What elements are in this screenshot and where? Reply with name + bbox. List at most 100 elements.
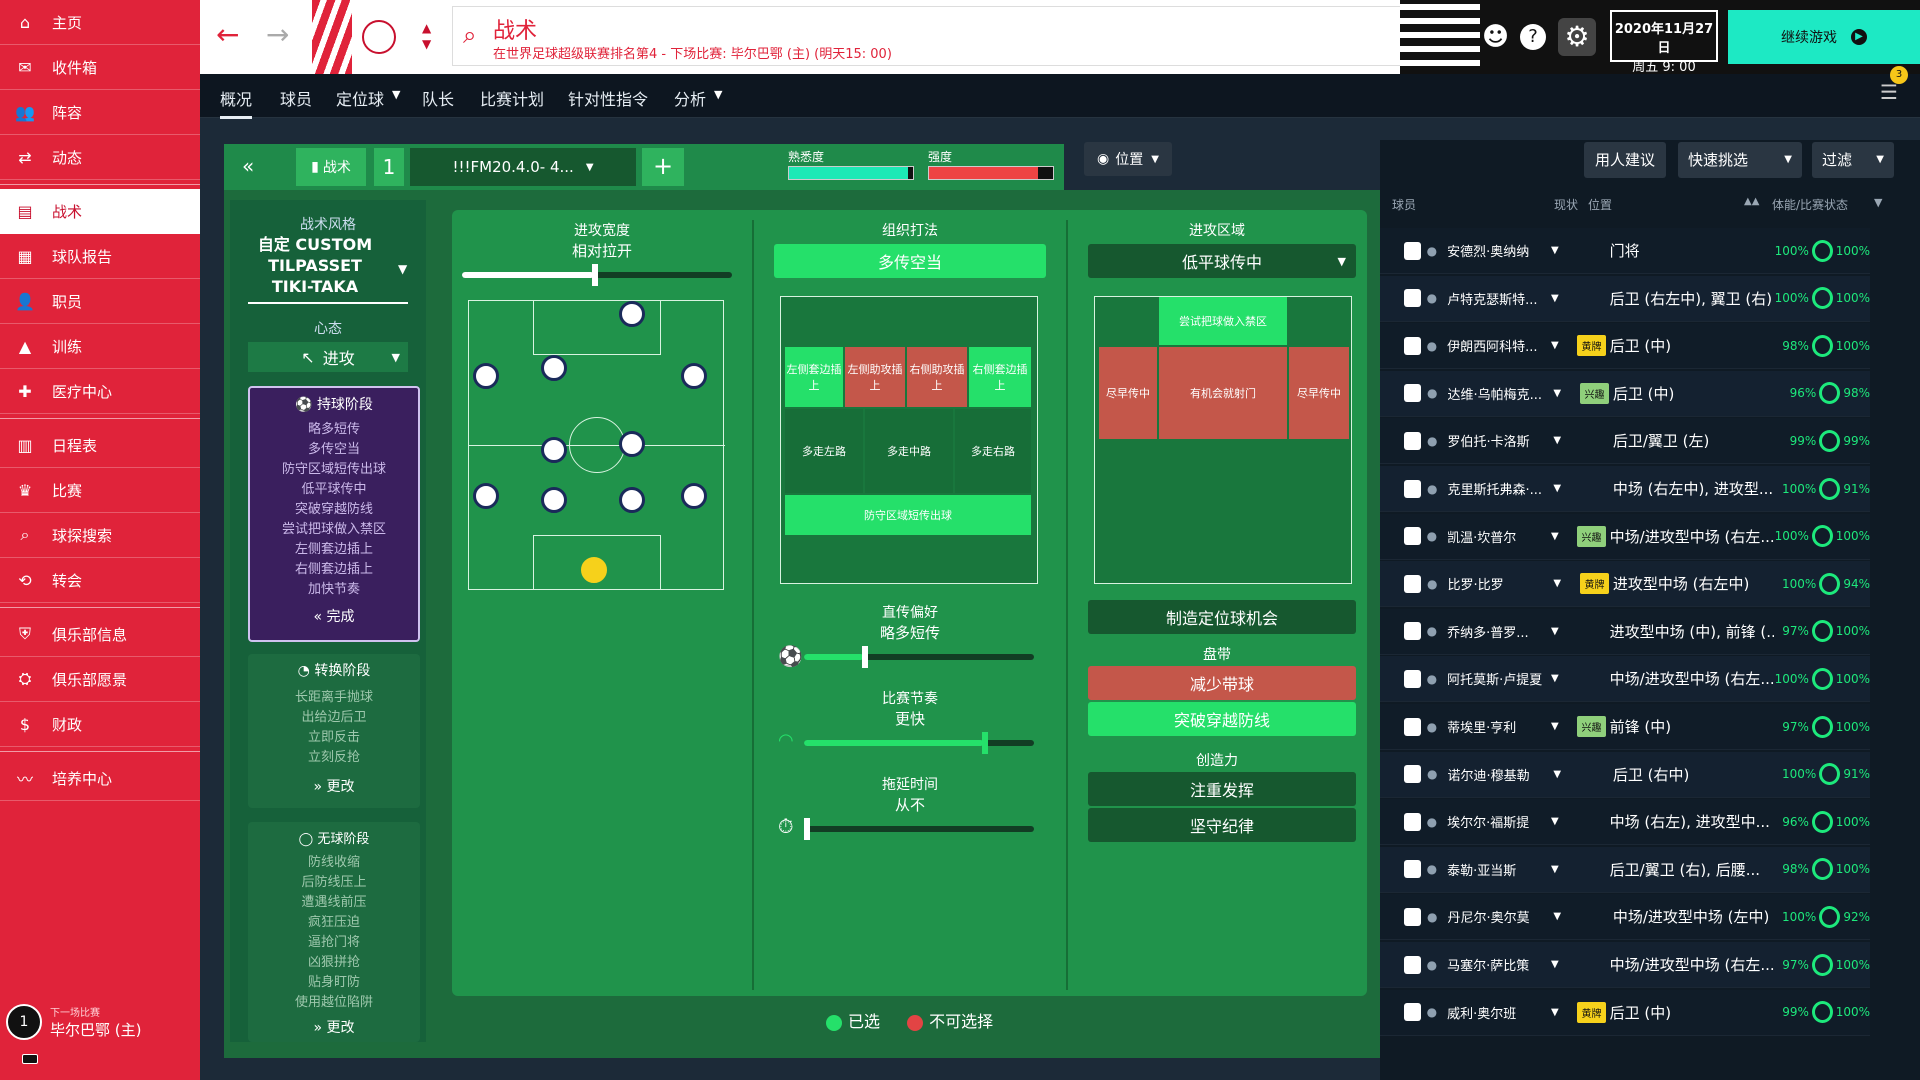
column-header-status[interactable]: 现状: [1554, 196, 1578, 213]
mentality-select[interactable]: ↖ 进攻 ▼: [248, 342, 408, 372]
chevron-down-icon[interactable]: ▼: [1551, 245, 1571, 256]
formation-pitch[interactable]: [468, 300, 725, 590]
zone-right-underlap[interactable]: 右侧助攻插上: [907, 347, 967, 407]
continue-button[interactable]: 继续游戏 ▶: [1728, 10, 1920, 64]
sidebar-item-squad[interactable]: 👥 阵容: [0, 90, 200, 135]
table-row[interactable]: ● 埃尔尔·福斯提 ▼ 中场 (右左), 进攻型中... 96% 100%: [1380, 799, 1870, 846]
transition-change-button[interactable]: » 更改: [248, 776, 420, 796]
sidebar-item-staff[interactable]: 👤 职员: [0, 279, 200, 324]
chevron-down-icon[interactable]: ▼: [1553, 388, 1574, 399]
sidebar-item-report[interactable]: ▦ 球队报告: [0, 234, 200, 279]
filter-button[interactable]: 过滤 ▼: [1812, 142, 1894, 178]
dribble-less-button[interactable]: 减少带球: [1088, 666, 1356, 700]
zone-focus-centre[interactable]: 多走中路: [865, 409, 953, 493]
player-marker-mc1[interactable]: [541, 437, 567, 463]
tactic-slot[interactable]: 1: [374, 148, 404, 186]
chevron-down-icon[interactable]: ▼: [1551, 673, 1571, 684]
tab-overview[interactable]: 概况: [220, 86, 253, 119]
chevron-down-icon[interactable]: ▼: [1553, 769, 1574, 780]
sidebar-item-training[interactable]: ▲ 训练: [0, 324, 200, 369]
be-disciplined-button[interactable]: 坚守纪律: [1088, 808, 1356, 842]
chevron-down-icon[interactable]: ▼: [1551, 721, 1571, 732]
suggest-button[interactable]: 用人建议: [1584, 142, 1666, 178]
settings-icon[interactable]: ⚙: [1558, 18, 1596, 56]
chevron-down-icon[interactable]: ▼: [1553, 911, 1574, 922]
tactic-select[interactable]: !!!FM20.4.0- 4... ▼: [410, 148, 636, 186]
tab-captains[interactable]: 队长: [422, 86, 454, 110]
tempo-slider-handle[interactable]: [982, 732, 988, 754]
sidebar-collapse-icon[interactable]: [22, 1054, 38, 1064]
tab-opposition[interactable]: 针对性指令: [568, 86, 648, 110]
final-third-select[interactable]: 低平球传中 ▼: [1088, 244, 1356, 278]
sidebar-item-shield[interactable]: ⛨ 俱乐部信息: [0, 612, 200, 657]
zone-shoot-on-sight[interactable]: 有机会就射门: [1159, 347, 1287, 439]
tactic-label-box[interactable]: ▮ 战术: [296, 148, 366, 186]
possession-done-button[interactable]: « 完成: [250, 606, 418, 626]
table-row[interactable]: ● 凯温·坎普尔 ▼ 兴趣 中场/进攻型中场 (右左... 100% 100%: [1380, 513, 1870, 560]
buildup-select[interactable]: 多传空当: [774, 244, 1046, 278]
sidebar-item-finance[interactable]: $ 财政: [0, 702, 200, 747]
zone-left-overlap[interactable]: 左侧套边插上: [785, 347, 843, 407]
table-row[interactable]: ● 比罗·比罗 ▼ 黄牌 进攻型中场 (右左中) 100% 94%: [1380, 561, 1870, 608]
player-marker-dc2[interactable]: [619, 487, 645, 513]
sidebar-item-dynamics[interactable]: ⇄ 动态: [0, 135, 200, 180]
table-row[interactable]: ● 卢特克瑟斯特... ▼ 后卫 (右左中), 翼卫 (右) 100% 100%: [1380, 275, 1870, 322]
table-row[interactable]: ● 威利·奥尔班 ▼ 黄牌 后卫 (中) 99% 100%: [1380, 989, 1870, 1036]
tab-set-pieces[interactable]: 定位球: [336, 86, 384, 110]
chevron-down-icon[interactable]: ▼: [1551, 1007, 1571, 1018]
player-marker-dl[interactable]: [473, 483, 499, 509]
sidebar-item-schedule[interactable]: ▥ 日程表: [0, 423, 200, 468]
tab-match-plans[interactable]: 比赛计划: [480, 86, 544, 110]
width-slider-handle[interactable]: [592, 264, 598, 286]
table-row[interactable]: ● 泰勒·亚当斯 ▼ 后卫/翼卫 (右), 后腰... 98% 100%: [1380, 846, 1870, 893]
table-row[interactable]: ● 丹尼尔·奥尔莫 ▼ 中场/进攻型中场 (左中) 100% 92%: [1380, 894, 1870, 941]
date-box[interactable]: 2020年11月27日 周五 9: 00: [1610, 10, 1718, 75]
zone-left-underlap[interactable]: 左侧助攻插上: [845, 347, 905, 407]
column-header-position[interactable]: 位置: [1588, 196, 1612, 213]
chevron-down-icon[interactable]: ▼: [1874, 196, 1882, 209]
notification-icon[interactable]: ☰: [1880, 80, 1898, 104]
time-wasting-slider-track[interactable]: [804, 826, 1034, 832]
next-match[interactable]: 1 下一场比赛 毕尔巴鄂 (主): [6, 1004, 141, 1040]
club-switch-icon[interactable]: ▲ ▼: [422, 20, 431, 52]
search-box[interactable]: ⌕ 战术 在世界足球超级联赛排名第4 - 下场比赛: 毕尔巴鄂 (主) (明天1…: [452, 6, 1452, 66]
set-pieces-button[interactable]: 制造定位球机会: [1088, 600, 1356, 634]
tab-analysis[interactable]: 分析: [674, 86, 706, 110]
player-marker-st[interactable]: [619, 301, 645, 327]
chevron-down-icon[interactable]: ▼: [1551, 959, 1571, 970]
help-icon[interactable]: ?: [1520, 24, 1546, 50]
run-at-defence-button[interactable]: 突破穿越防线: [1088, 702, 1356, 736]
style-name[interactable]: 自定 CUSTOM TILPASSET TIKI-TAKA: [250, 234, 380, 297]
column-header-condition[interactable]: 体能/比赛状态: [1772, 196, 1848, 213]
table-row[interactable]: ● 诺尔迪·穆基勒 ▼ 后卫 (右中) 100% 91%: [1380, 751, 1870, 798]
sidebar-item-search[interactable]: ⌕ 球探搜索: [0, 513, 200, 558]
zone-cross-early-right[interactable]: 尽早传中: [1289, 347, 1349, 439]
sidebar-item-development[interactable]: 〰培养中心: [0, 756, 200, 801]
zone-play-out-defence[interactable]: 防守区域短传出球: [785, 495, 1031, 535]
table-row[interactable]: ● 克里斯托弗森·... ▼ 中场 (右左中), 进攻型... 100% 91%: [1380, 466, 1870, 512]
club-crest-icon[interactable]: [362, 20, 396, 54]
sidebar-item-home[interactable]: ⌂ 主页: [0, 0, 200, 45]
defence-change-button[interactable]: » 更改: [248, 1017, 420, 1037]
sidebar-item-vision[interactable]: ⛭ 俱乐部愿景: [0, 657, 200, 702]
time-wasting-slider-handle[interactable]: [804, 818, 810, 840]
table-row[interactable]: ● 蒂埃里·亨利 ▼ 兴趣 前锋 (中) 97% 100%: [1380, 704, 1870, 750]
table-row[interactable]: ● 达维·乌帕梅克... ▼ 兴趣 后卫 (中) 96% 98%: [1380, 370, 1870, 417]
possession-phase-card[interactable]: ⚽ 持球阶段 略多短传 多传空当 防守区域短传出球 低平球传中 突破穿越防线 尝…: [248, 386, 420, 642]
chevron-down-icon[interactable]: ▼: [1553, 483, 1574, 494]
zone-focus-right[interactable]: 多走右路: [955, 409, 1031, 493]
chevron-down-icon[interactable]: ▼: [1553, 578, 1574, 589]
sidebar-item-inbox[interactable]: ✉ 收件箱: [0, 45, 200, 90]
sidebar-item-medical[interactable]: ✚ 医疗中心: [0, 369, 200, 414]
table-row[interactable]: ● 伊朗西阿科特... ▼ 黄牌 后卫 (中) 98% 100%: [1380, 323, 1870, 370]
player-marker-amc[interactable]: [541, 355, 567, 381]
zone-cross-early-left[interactable]: 尽早传中: [1099, 347, 1157, 439]
intensity-bar[interactable]: [928, 166, 1054, 180]
final-third-pitch[interactable]: 尝试把球做入禁区 尽早传中 有机会就射门 尽早传中: [1094, 296, 1352, 584]
chevron-down-icon[interactable]: ▼: [1551, 816, 1571, 827]
player-marker-dc1[interactable]: [541, 487, 567, 513]
player-marker-dr[interactable]: [681, 483, 707, 509]
chevron-down-icon[interactable]: ▼: [1551, 340, 1571, 351]
chevron-down-icon[interactable]: ▼: [1551, 293, 1571, 304]
transition-phase-card[interactable]: ◔ 转换阶段 长距离手抛球 出给边后卫 立即反击 立刻反抢 » 更改: [248, 654, 420, 808]
